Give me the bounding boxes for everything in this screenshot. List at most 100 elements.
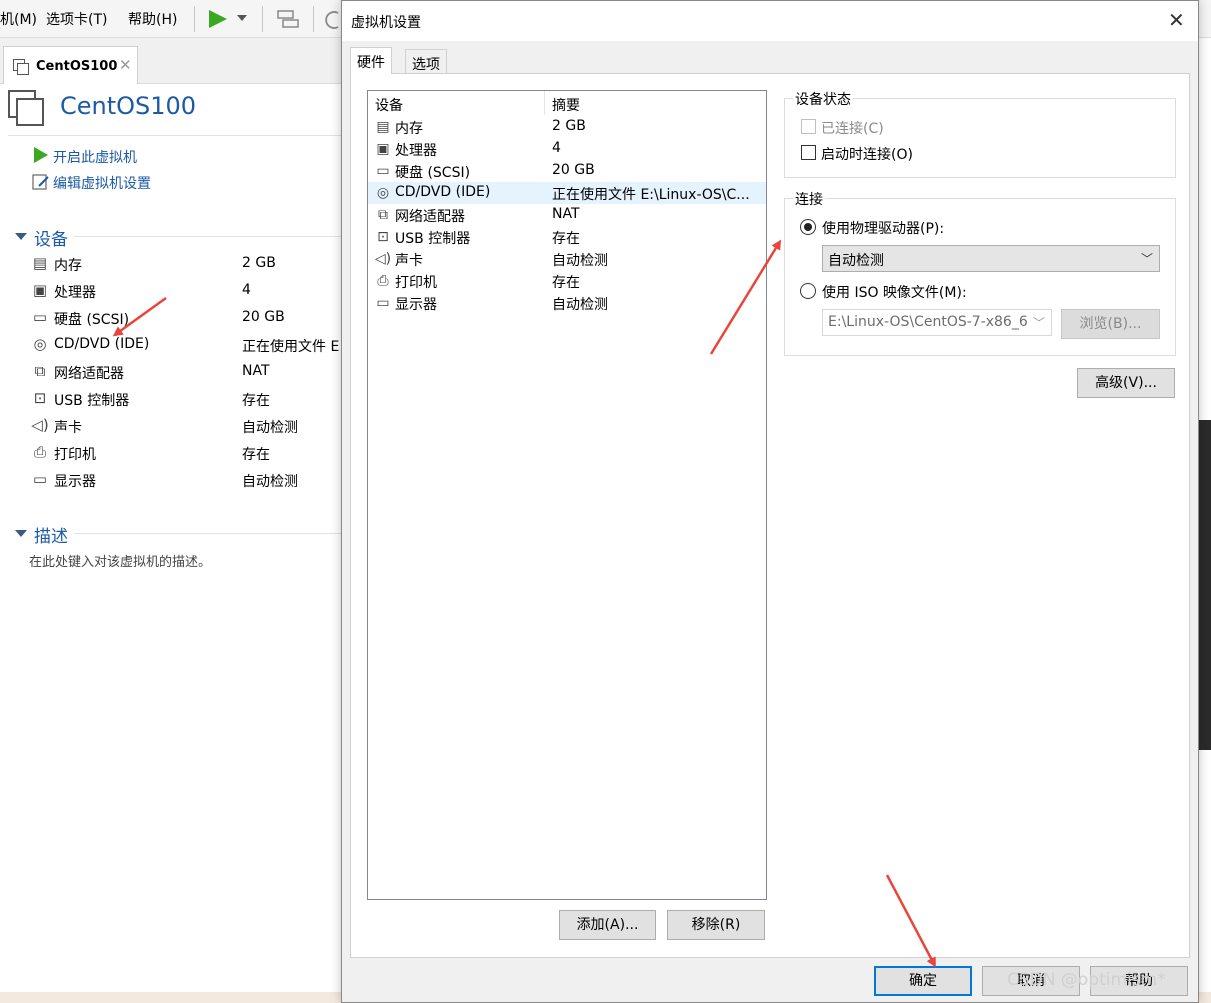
device-name: 网络适配器 (395, 209, 465, 225)
device-summary: NAT (552, 206, 580, 222)
device-name: 处理器 (54, 285, 96, 301)
list-item[interactable]: ▤ 内存 2 GB (368, 116, 766, 138)
connect-at-power-on-label: 启动时连接(O) (821, 147, 913, 163)
device-status-label: 设备状态 (793, 89, 853, 109)
device-value: 存在 (242, 393, 270, 409)
hard-disk-icon: ▭ (376, 163, 390, 179)
device-summary: 存在 (552, 231, 580, 247)
device-row-processor[interactable]: ▣ 处理器 4 (30, 277, 342, 304)
chevron-down-icon[interactable] (236, 14, 248, 22)
tab-hardware[interactable]: 硬件 (350, 47, 392, 74)
device-value: 2 GB (242, 255, 276, 271)
printer-icon: ⎙ (33, 443, 46, 461)
physical-drive-label: 使用物理驱动器(P): (822, 221, 945, 237)
remove-button[interactable]: 移除(R) (667, 910, 765, 940)
hardware-list[interactable]: 设备 摘要 ▤ 内存 2 GB ▣ 处理器 4 ▭ 硬盘 (SCSI) 20 G… (367, 90, 767, 900)
vm-tab-bar: CentOS100 ✕ (0, 38, 342, 84)
device-name: CD/DVD (IDE) (54, 336, 150, 352)
connected-checkbox[interactable] (801, 119, 816, 134)
menu-tabs[interactable]: 选项卡(T) (46, 9, 107, 29)
device-status-group: 设备状态 已连接(C) 启动时连接(O) (784, 89, 1176, 178)
column-header-summary[interactable]: 摘要 (552, 95, 580, 115)
chevron-down-icon: ﹀ (1141, 252, 1154, 266)
vm-tab[interactable]: CentOS100 ✕ (3, 46, 138, 84)
processor-icon: ▣ (376, 141, 390, 157)
edit-settings-icon[interactable] (31, 172, 51, 192)
play-icon[interactable] (33, 146, 49, 164)
list-item[interactable]: ⎙ 打印机 存在 (368, 270, 766, 292)
collapse-icon[interactable] (15, 233, 27, 240)
list-item[interactable]: ◁) 声卡 自动检测 (368, 248, 766, 270)
device-row-printer[interactable]: ⎙ 打印机 存在 (30, 439, 342, 466)
connection-group: 连接 使用物理驱动器(P): 自动检测 ﹀ 使用 ISO 映像文件(M): E:… (784, 189, 1176, 356)
ok-button[interactable]: 确定 (874, 966, 972, 996)
revert-snapshot-icon[interactable] (325, 9, 341, 31)
device-row-network[interactable]: ⧉ 网络适配器 NAT (30, 358, 342, 385)
watermark: CSDN @optimism* (1007, 970, 1166, 990)
list-item-selected[interactable]: ◎ CD/DVD (IDE) 正在使用文件 E:\Linux-OS\C... (368, 182, 766, 204)
dialog-title: 虚拟机设置 (351, 15, 421, 31)
divider (74, 236, 342, 237)
iso-path-value: E:\Linux-OS\CentOS-7-x86_64- (828, 314, 1028, 330)
device-row-memory[interactable]: ▤ 内存 2 GB (30, 250, 342, 277)
close-icon[interactable]: ✕ (1168, 8, 1185, 32)
list-item[interactable]: ⧉ 网络适配器 NAT (368, 204, 766, 226)
divider (74, 533, 342, 534)
description-header[interactable]: 描述 (34, 522, 68, 547)
device-value: 存在 (242, 447, 270, 463)
device-summary: 自动检测 (552, 253, 608, 269)
cd-dvd-icon: ◎ (33, 335, 47, 353)
menu-vm[interactable]: 机(M) (0, 9, 37, 29)
power-on-link[interactable]: 开启此虚拟机 (53, 147, 137, 167)
device-name: 硬盘 (SCSI) (54, 312, 130, 328)
collapse-icon[interactable] (15, 530, 27, 537)
device-row-sound[interactable]: ◁) 声卡 自动检测 (30, 412, 342, 439)
vm-summary-pane: CentOS100 开启此虚拟机 编辑虚拟机设置 设备 ▤ 内存 2 GB ▣ … (0, 84, 342, 990)
list-item[interactable]: ▭ 硬盘 (SCSI) 20 GB (368, 160, 766, 182)
device-value: 20 GB (242, 309, 285, 325)
connect-at-power-on-checkbox[interactable] (801, 145, 816, 160)
device-value: 4 (242, 282, 251, 298)
display-icon: ▭ (32, 470, 48, 488)
device-row-cd-dvd[interactable]: ◎ CD/DVD (IDE) 正在使用文件 E (30, 331, 342, 358)
device-name: 声卡 (395, 253, 423, 269)
device-value: 自动检测 (242, 420, 298, 436)
tab-options[interactable]: 选项 (405, 49, 447, 74)
list-item[interactable]: ⊡ USB 控制器 存在 (368, 226, 766, 248)
devices-header[interactable]: 设备 (34, 225, 68, 250)
edit-settings-link[interactable]: 编辑虚拟机设置 (53, 173, 151, 193)
device-summary: 自动检测 (552, 297, 608, 313)
sound-icon: ◁) (374, 251, 392, 267)
add-button[interactable]: 添加(A)... (559, 910, 656, 940)
background-window-edge (1199, 420, 1211, 750)
device-name: 内存 (395, 121, 423, 137)
play-icon[interactable] (206, 8, 230, 30)
device-row-display[interactable]: ▭ 显示器 自动检测 (30, 466, 342, 493)
processor-icon: ▣ (32, 281, 48, 299)
iso-image-radio[interactable] (800, 283, 816, 299)
close-icon[interactable]: ✕ (119, 56, 132, 74)
device-name: 打印机 (54, 447, 96, 463)
iso-path-combo[interactable]: E:\Linux-OS\CentOS-7-x86_64- ﹀ (822, 309, 1052, 336)
vm-tab-label: CentOS100 (36, 59, 118, 74)
column-header-device[interactable]: 设备 (375, 95, 403, 115)
dialog-title-bar: 虚拟机设置 ✕ (342, 1, 1198, 41)
device-row-usb[interactable]: ⊡ USB 控制器 存在 (30, 385, 342, 412)
device-value: 自动检测 (242, 474, 298, 490)
sound-icon: ◁) (31, 416, 49, 434)
device-row-hard-disk[interactable]: ▭ 硬盘 (SCSI) 20 GB (30, 304, 342, 331)
list-item[interactable]: ▣ 处理器 4 (368, 138, 766, 160)
device-name: 硬盘 (SCSI) (395, 165, 471, 181)
device-summary: 20 GB (552, 162, 595, 178)
device-name: 内存 (54, 258, 82, 274)
divider (8, 135, 342, 136)
browse-button[interactable]: 浏览(B)... (1061, 309, 1160, 339)
list-item[interactable]: ▭ 显示器 自动检测 (368, 292, 766, 314)
physical-drive-radio[interactable] (800, 219, 816, 235)
iso-image-label: 使用 ISO 映像文件(M): (822, 285, 967, 301)
menu-help[interactable]: 帮助(H) (128, 9, 177, 29)
advanced-button[interactable]: 高级(V)... (1077, 368, 1175, 398)
description-placeholder[interactable]: 在此处键入对该虚拟机的描述。 (29, 551, 211, 570)
snapshot-manager-icon[interactable] (275, 8, 299, 32)
physical-drive-select[interactable]: 自动检测 ﹀ (822, 245, 1160, 272)
